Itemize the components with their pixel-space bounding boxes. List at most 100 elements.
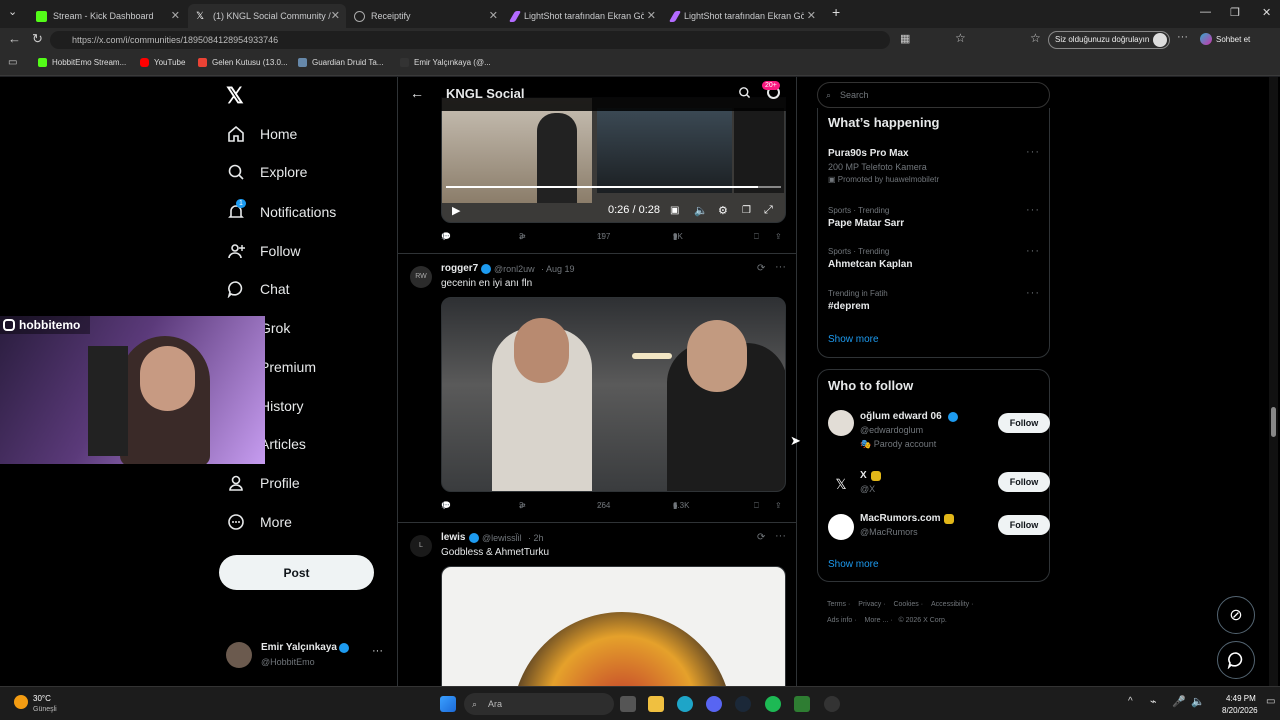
- volume-icon[interactable]: 🔈: [1191, 695, 1205, 708]
- pip-icon[interactable]: ❐: [742, 205, 751, 216]
- reply-button[interactable]: 💬 1: [441, 501, 453, 510]
- tweet-handle[interactable]: @ronl2uw: [494, 264, 535, 274]
- search-icon[interactable]: [738, 86, 751, 104]
- edge-icon[interactable]: [677, 696, 693, 712]
- close-icon[interactable]: ✕: [647, 9, 656, 22]
- collections-icon[interactable]: ☆: [1030, 31, 1041, 45]
- bookmark-hobbitemo[interactable]: HobbitEmo Stream...: [38, 58, 126, 67]
- menu-dots-icon[interactable]: ···: [1177, 31, 1188, 43]
- window-close-icon[interactable]: ✕: [1262, 6, 1271, 19]
- follow-suggestion[interactable]: 𝕏 X @X Follow: [828, 468, 1050, 502]
- trend-item[interactable]: Sports · Trending Ahmetcan Kaplan ···: [828, 245, 1040, 270]
- minimize-icon[interactable]: —: [1200, 6, 1211, 18]
- steam-icon[interactable]: [735, 696, 751, 712]
- tweet-handle[interactable]: @lewissl̈il: [482, 533, 522, 543]
- tweet-author[interactable]: lewis: [441, 532, 465, 543]
- tray-network-icon[interactable]: ⌁: [1150, 695, 1157, 708]
- share-icon[interactable]: ⇪: [775, 501, 782, 510]
- weather-temp[interactable]: 30°C: [33, 694, 51, 703]
- trend-item[interactable]: Trending in Fatih #deprem ···: [828, 287, 1039, 312]
- bookmark-icon[interactable]: ⎕: [754, 232, 759, 242]
- x-logo-icon[interactable]: 𝕏: [226, 83, 244, 109]
- verify-button[interactable]: Siz olduğunuzu doğrulayın: [1048, 31, 1170, 49]
- more-dots-icon[interactable]: ···: [775, 530, 786, 542]
- tab-receiptify[interactable]: Receiptify ✕: [346, 4, 504, 28]
- scrollbar-thumb[interactable]: [1271, 407, 1276, 437]
- like-button[interactable]: ♡ 264: [597, 501, 610, 510]
- follow-suggestion[interactable]: MacRumors.com @MacRumors Follow: [828, 511, 1050, 545]
- volume-icon[interactable]: 🔈: [694, 204, 708, 217]
- like-button[interactable]: ♡ 197: [597, 232, 610, 241]
- captions-icon[interactable]: ▣: [670, 205, 679, 216]
- sidebar-item-notifications[interactable]: 1 Notifications: [226, 197, 336, 227]
- tab-lightshot-2[interactable]: LightShot tarafından Ekran Görün✕: [664, 4, 822, 28]
- fullscreen-icon[interactable]: ⤢: [764, 204, 773, 217]
- tab-lightshot-1[interactable]: LightShot tarafından Ekran Görün✕: [504, 4, 662, 28]
- post-button[interactable]: Post: [219, 555, 374, 590]
- follow-suggestion[interactable]: oğlum edward 06 @edwardoglum 🎭 Parody ac…: [828, 408, 1050, 456]
- spotify-icon[interactable]: [765, 696, 781, 712]
- footer-cookies[interactable]: Cookies: [893, 601, 918, 608]
- address-bar[interactable]: https://x.com/i/communities/189508412895…: [50, 31, 890, 49]
- bookmark-guardian[interactable]: Guardian Druid Ta...: [298, 58, 383, 67]
- trend-item[interactable]: Pura90s Pro Max 200 MP Telefoto Kamera ▣…: [828, 146, 1039, 184]
- tweet[interactable]: RW rogger7 @ronl2uw · Aug 19 ⟳ ··· gecen…: [398, 254, 796, 522]
- bookmark-youtube[interactable]: YouTube: [140, 58, 185, 67]
- maximize-icon[interactable]: ❐: [1230, 6, 1240, 19]
- bookmark-gmail[interactable]: Gelen Kutusu (13.0...: [198, 58, 288, 67]
- more-dots-icon[interactable]: ···: [775, 261, 786, 273]
- sidebar-item-explore[interactable]: Explore: [226, 157, 307, 187]
- bookmark-emir[interactable]: Emir Yalçınkaya (@...: [400, 58, 491, 67]
- trend-item[interactable]: Sports · Trending Pape Matar Sarr ···: [828, 204, 1040, 229]
- tweet[interactable]: L lewis @lewissl̈il · 2h ⟳ ··· Godbless …: [398, 523, 796, 686]
- page-scrollbar[interactable]: [1269, 77, 1278, 686]
- taskbar-search[interactable]: ⌕ Ara: [464, 693, 614, 715]
- reload-icon[interactable]: ↻: [32, 31, 43, 47]
- close-icon[interactable]: ✕: [171, 9, 180, 22]
- footer-terms[interactable]: Terms: [827, 601, 846, 608]
- tray-chevron-icon[interactable]: ^: [1128, 696, 1133, 707]
- task-view-icon[interactable]: [620, 696, 636, 712]
- clock-date[interactable]: 8/20/2026: [1222, 706, 1258, 715]
- terminal-icon[interactable]: [794, 696, 810, 712]
- grok-icon[interactable]: ⟳: [757, 532, 765, 543]
- sidebar-item-profile[interactable]: Profile: [226, 468, 300, 498]
- follow-button[interactable]: Follow: [998, 472, 1050, 492]
- footer-more[interactable]: More ...: [865, 617, 889, 624]
- tab-kngl[interactable]: 𝕏 (1) KNGL Social Community / ✕: [188, 4, 346, 28]
- tab-list-icon[interactable]: ⌄: [8, 5, 17, 18]
- more-dots-icon[interactable]: ···: [1026, 245, 1040, 257]
- footer-privacy[interactable]: Privacy: [858, 601, 881, 608]
- back-icon[interactable]: ←: [8, 31, 21, 46]
- search-input[interactable]: ⌕ Search: [817, 82, 1050, 108]
- windows-start-icon[interactable]: [440, 696, 456, 712]
- notification-center-icon[interactable]: ▭: [1266, 696, 1275, 707]
- sidebar-item-follow[interactable]: Follow: [226, 236, 300, 266]
- video-player[interactable]: ▶ 0:26 / 0:28 ▣ 🔈 ⚙ ❐ ⤢: [441, 97, 786, 223]
- tweet-video[interactable]: [441, 566, 786, 686]
- repost-button[interactable]: ⇄ 3: [519, 501, 528, 510]
- microphone-icon[interactable]: 🎤: [1172, 695, 1186, 708]
- grok-fab[interactable]: ⊘: [1217, 596, 1255, 634]
- follow-button[interactable]: Follow: [998, 413, 1050, 433]
- footer-accessibility[interactable]: Accessibility: [931, 601, 969, 608]
- video-progress-track[interactable]: [446, 186, 781, 188]
- share-icon[interactable]: ⇪: [775, 232, 782, 241]
- extension-icon[interactable]: ▦: [900, 32, 910, 45]
- copilot-button[interactable]: Sohbet et: [1200, 33, 1250, 45]
- community-feed[interactable]: ← KNGL Social 20+ ▶ 0:26 / 0:28 ▣ 🔈 ⚙ ❐ …: [397, 77, 797, 686]
- show-more-link[interactable]: Show more: [828, 559, 879, 570]
- sidebar-item-more[interactable]: More: [226, 507, 292, 537]
- tab-kick[interactable]: Stream - Kick Dashboard ✕: [28, 4, 186, 28]
- play-icon[interactable]: ▶: [452, 204, 460, 217]
- views-button[interactable]: ▮ 6.3K: [673, 501, 689, 510]
- close-icon[interactable]: ✕: [331, 9, 340, 22]
- tweet-video[interactable]: [441, 297, 786, 492]
- sidebar-item-chat[interactable]: Chat: [226, 274, 290, 304]
- close-icon[interactable]: ✕: [489, 9, 498, 22]
- favorite-icon[interactable]: ☆: [955, 31, 966, 45]
- views-button[interactable]: ▮ 9K: [673, 232, 683, 241]
- sidebar-toggle-icon[interactable]: ▭: [8, 57, 17, 68]
- more-dots-icon[interactable]: ···: [1026, 204, 1040, 216]
- sidebar-item-home[interactable]: Home: [226, 119, 297, 149]
